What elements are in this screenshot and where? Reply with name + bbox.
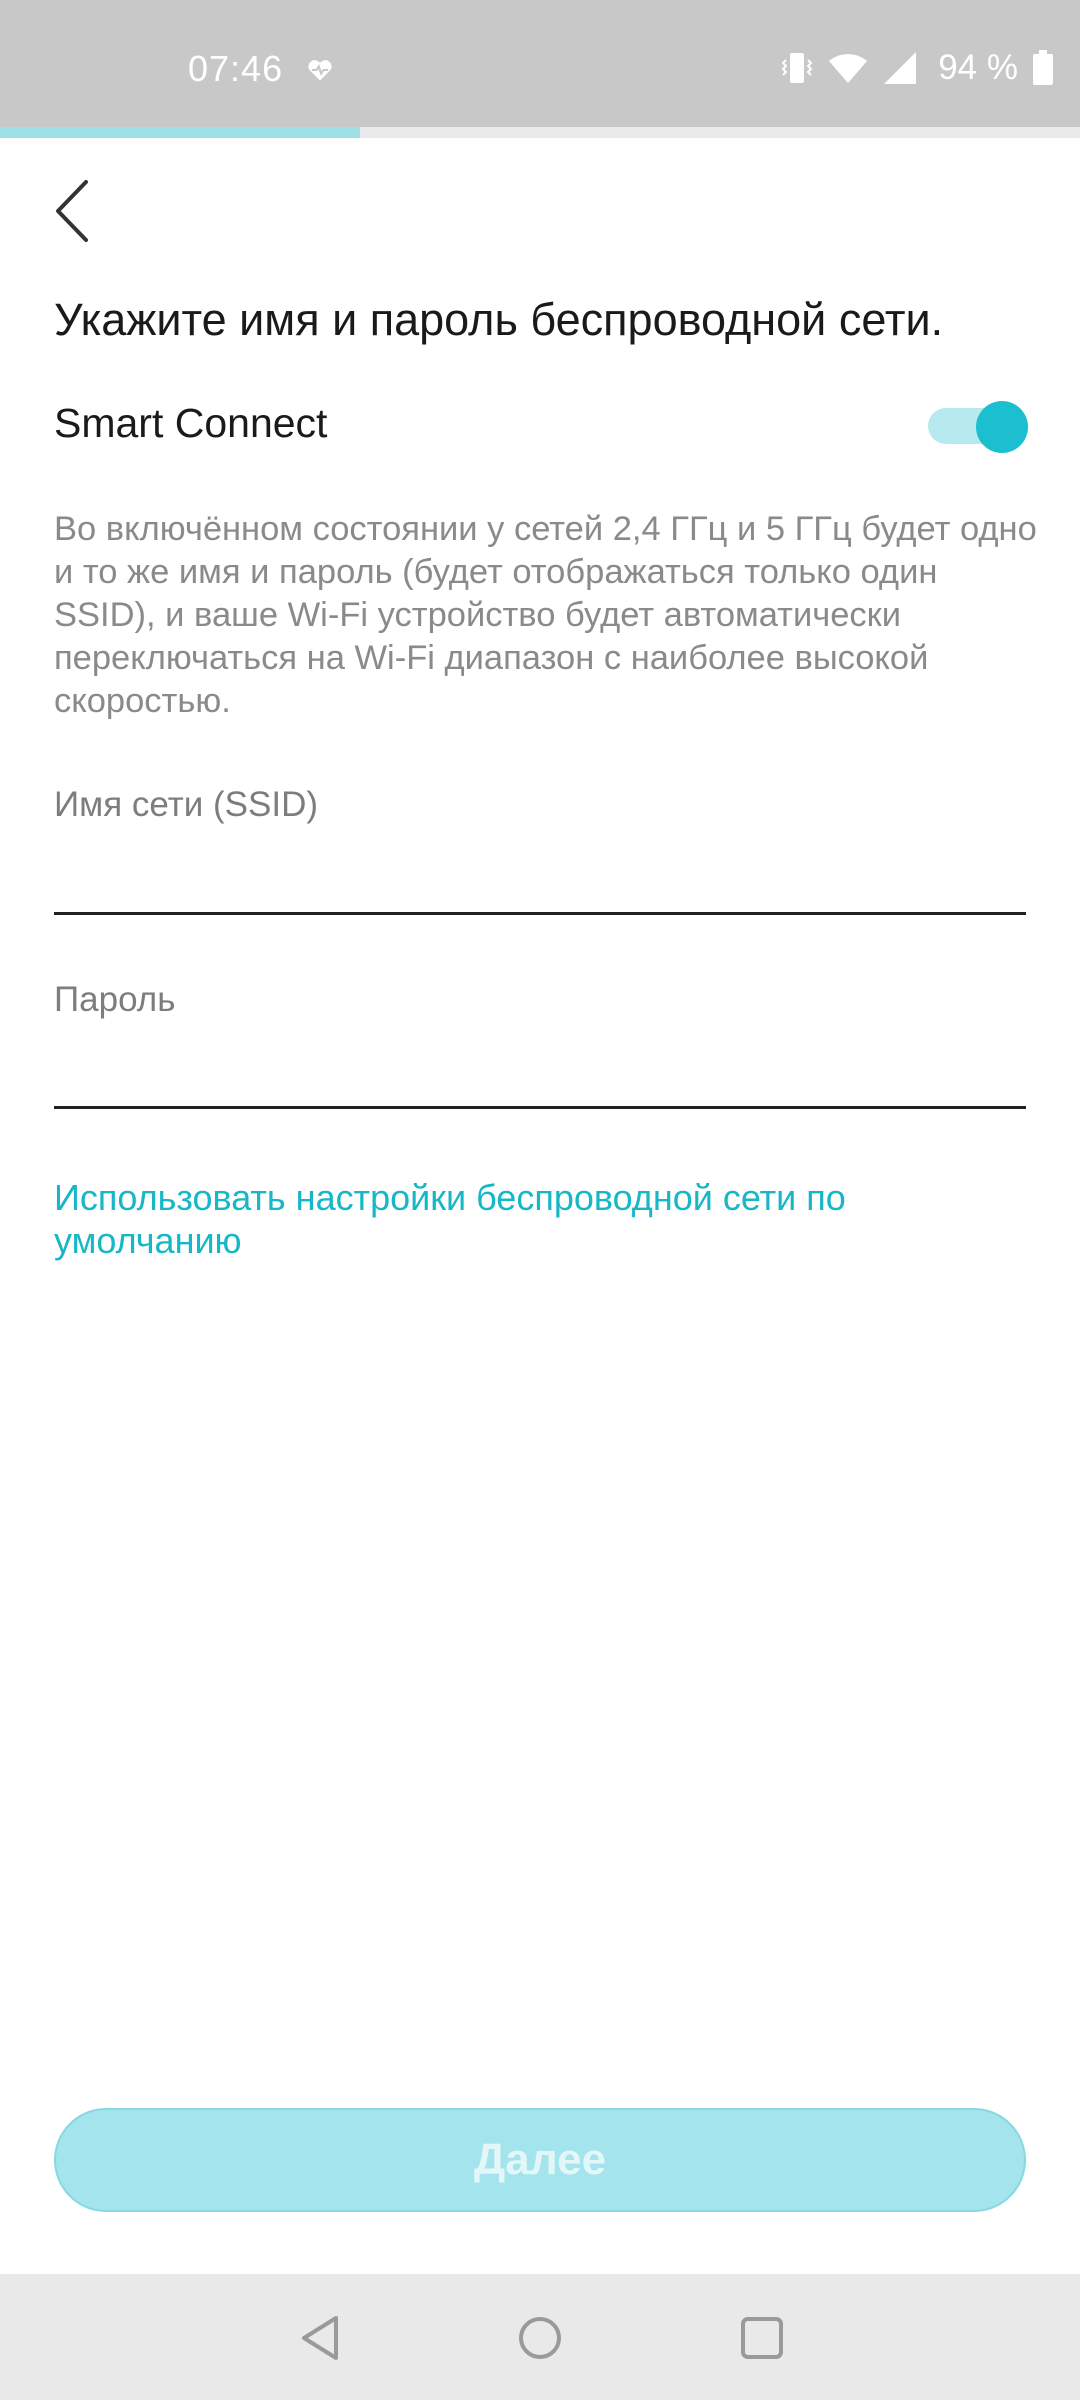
use-default-settings-link[interactable]: Использовать настройки беспроводной сети… — [54, 1176, 1014, 1262]
heart-icon — [308, 60, 332, 81]
password-input[interactable] — [54, 1046, 1026, 1109]
smart-connect-toggle[interactable] — [928, 396, 1028, 456]
password-label: Пароль — [54, 980, 176, 1019]
vibrate-icon — [781, 53, 813, 83]
smart-connect-label: Smart Connect — [54, 400, 328, 446]
nav-recents-icon[interactable] — [734, 2310, 790, 2366]
system-nav-bar — [0, 2274, 1080, 2400]
nav-home-icon[interactable] — [512, 2310, 568, 2366]
status-time: 07:46 — [188, 48, 284, 89]
progress-fill — [0, 127, 360, 138]
ssid-label: Имя сети (SSID) — [54, 785, 319, 824]
battery-icon — [1033, 50, 1053, 85]
next-button[interactable]: Далее — [54, 2108, 1026, 2212]
signal-icon — [884, 52, 917, 84]
page-title: Укажите имя и пароль беспроводной сети. — [54, 294, 944, 345]
wifi-icon — [829, 54, 868, 83]
ssid-input[interactable] — [54, 852, 1026, 915]
nav-back-icon[interactable] — [292, 2310, 348, 2366]
smart-connect-description: Во включённом состоянии у сетей 2,4 ГГц … — [54, 510, 1037, 720]
setup-progress-bar — [0, 127, 1080, 138]
battery-percent: 94 % — [938, 48, 1018, 87]
status-bar: 07:46 94 % — [0, 0, 1080, 127]
status-icons: 94 % — [780, 46, 1054, 90]
toggle-knob — [976, 401, 1028, 453]
back-arrow-icon[interactable] — [44, 172, 106, 250]
